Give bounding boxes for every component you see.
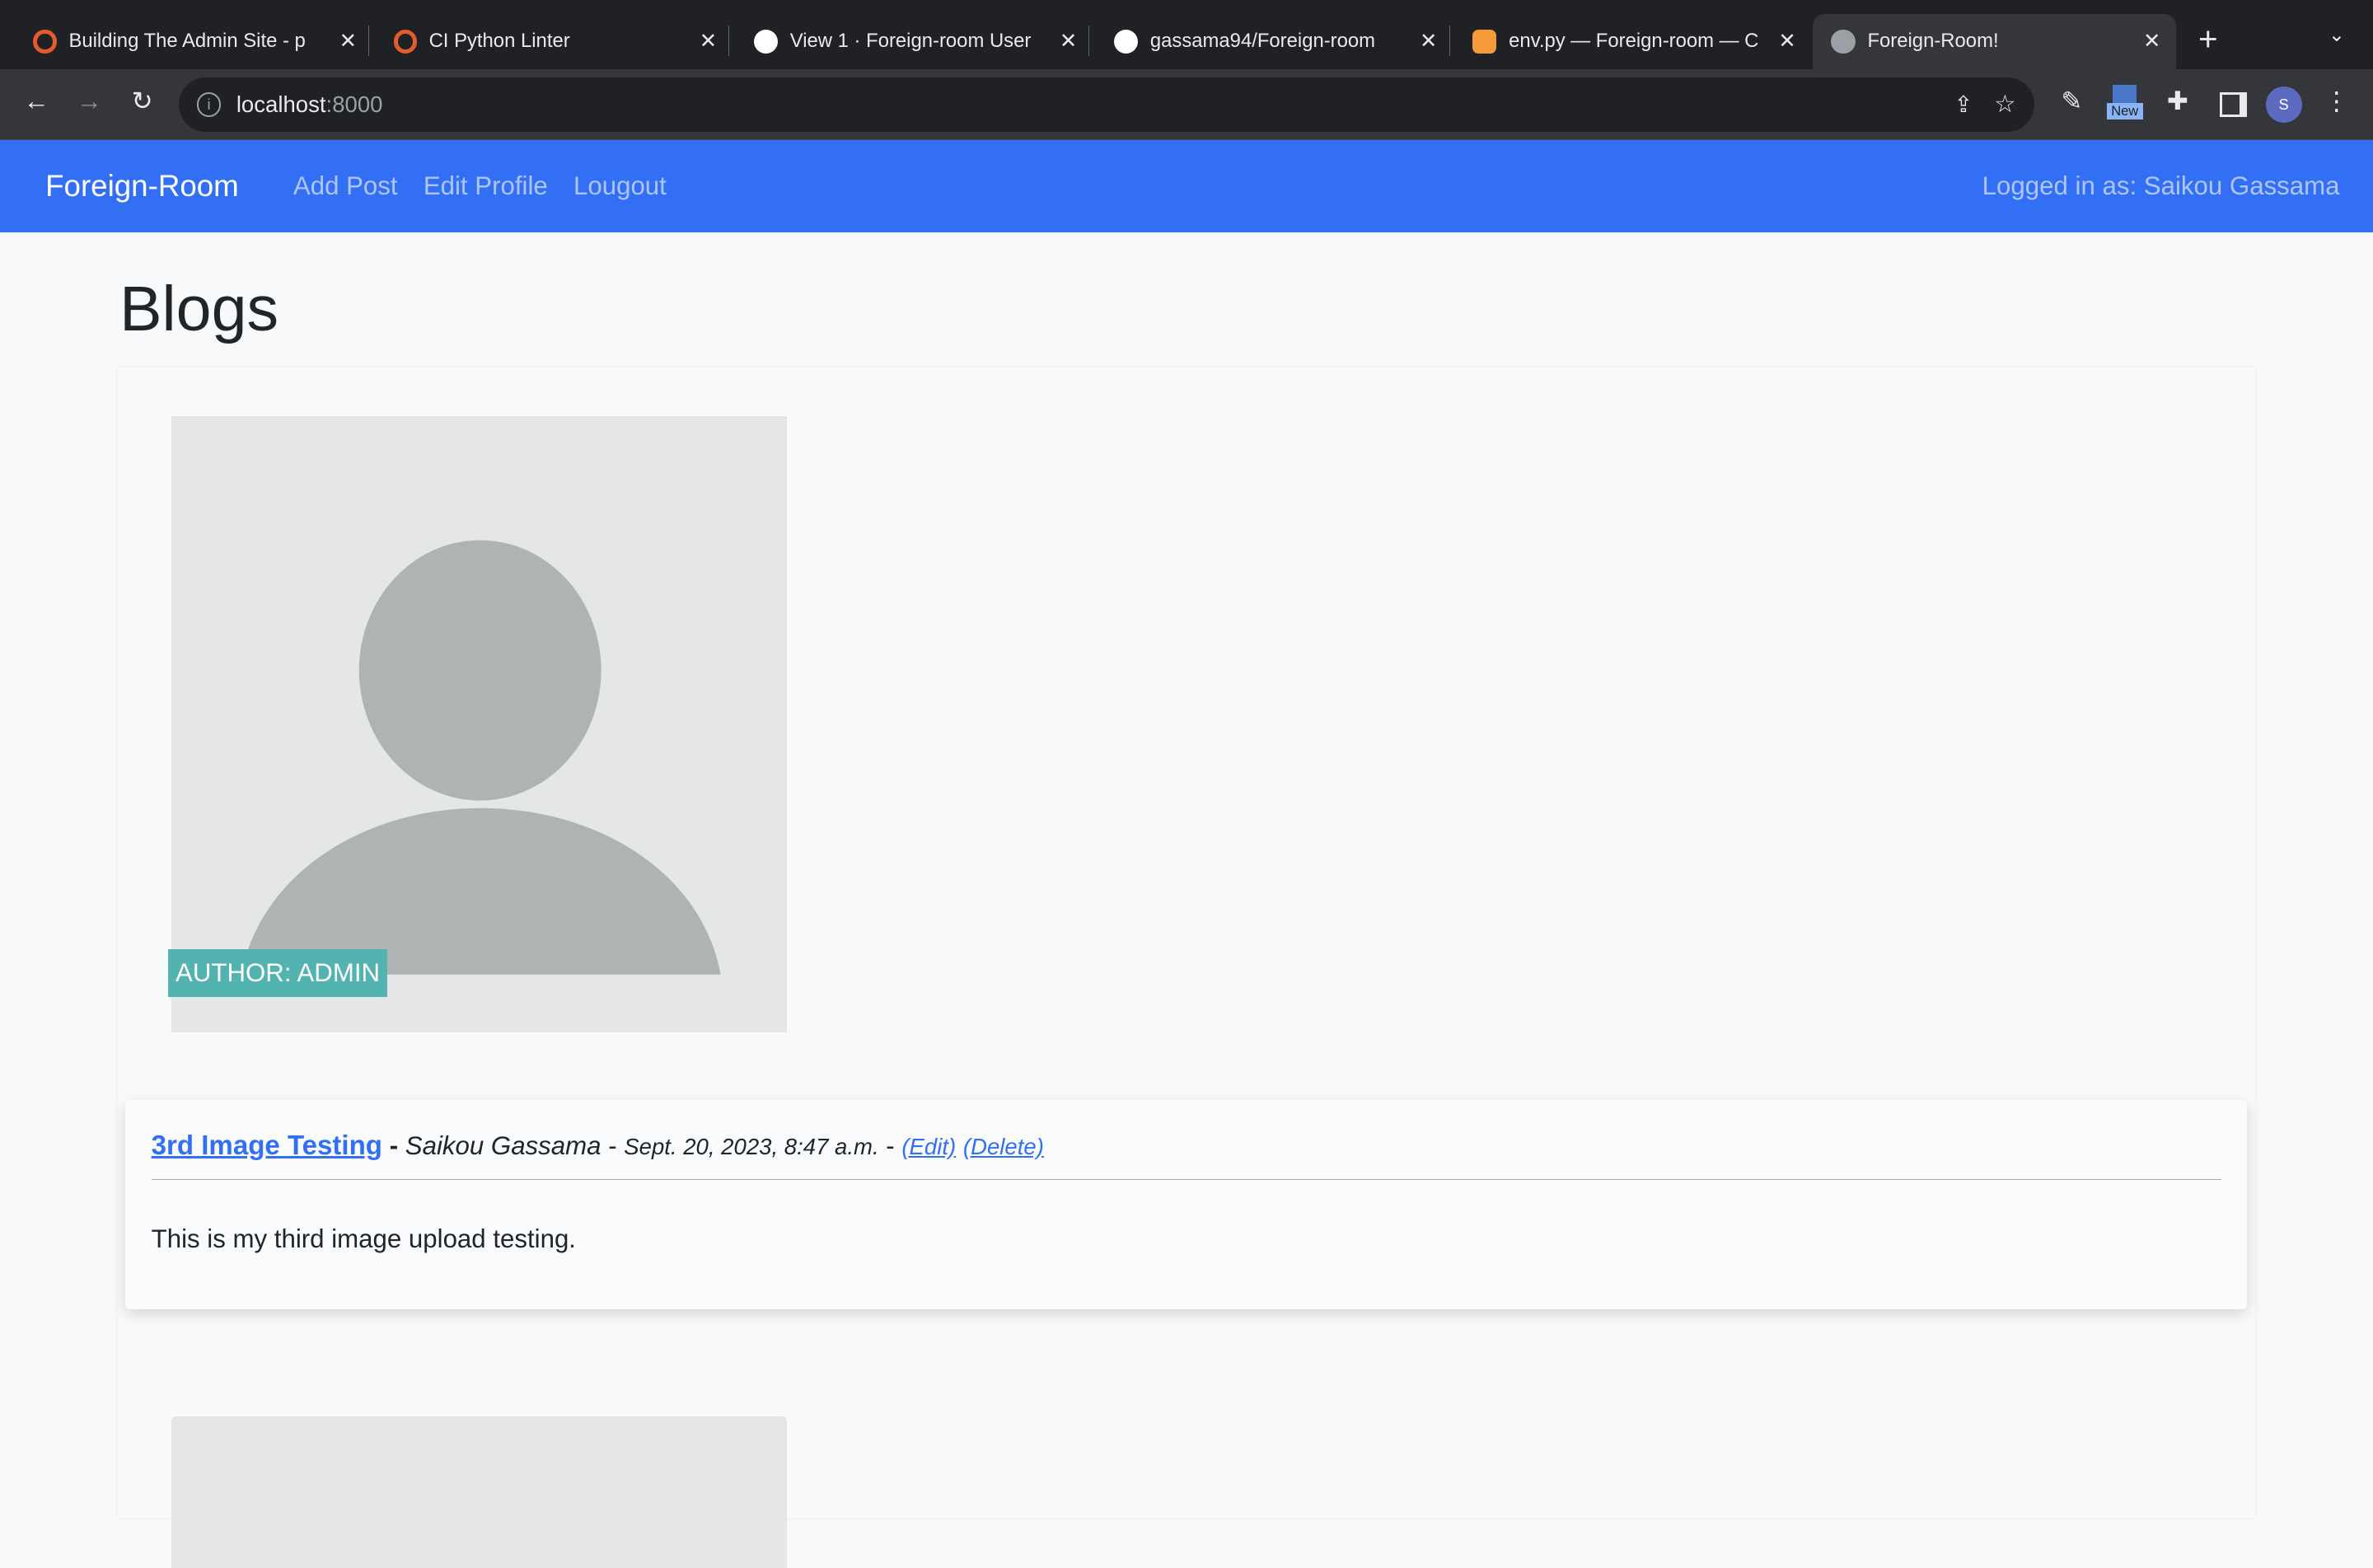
user-silhouette-icon (241, 540, 721, 975)
gitpod-icon (1472, 29, 1497, 54)
extension-icon[interactable]: New (2106, 84, 2143, 119)
bookmark-star-icon[interactable]: ☆ (1994, 90, 2015, 119)
browser-tab[interactable]: View 1 · Foreign-room User ✕ (753, 14, 1090, 70)
browser-tab-active[interactable]: Foreign-Room! ✕ (1813, 13, 2177, 70)
page-title: Blogs (119, 273, 279, 344)
nav-logout[interactable]: Lougout (573, 171, 667, 201)
extensions-puzzle-icon[interactable]: ✚ (2160, 87, 2196, 116)
circle-icon (393, 30, 417, 54)
close-icon[interactable]: ✕ (336, 29, 360, 54)
close-icon[interactable]: ✕ (696, 29, 720, 54)
post-card: 3rd Image Testing - Saikou Gassama - Sep… (125, 1100, 2248, 1309)
browser-tab[interactable]: gassama94/Foreign-room ✕ (1113, 14, 1450, 70)
eyedropper-icon[interactable]: ✎ (2053, 87, 2090, 116)
address-bar[interactable]: i localhost:8000 ⇪ ☆ (178, 77, 2034, 132)
post-author: Saikou Gassama (405, 1130, 601, 1160)
avatar[interactable]: S (2265, 86, 2302, 123)
github-icon (1113, 29, 1139, 54)
browser-tab[interactable]: Building The Admin Site - p ✕ (33, 14, 370, 70)
author-badge: AUTHOR: ADMIN (167, 948, 388, 997)
post-image-placeholder (171, 1416, 788, 1568)
side-panel-icon[interactable] (2220, 92, 2247, 117)
blog-list: AUTHOR: ADMIN 3rd Image Testing - Saikou… (118, 367, 2255, 1568)
edit-link[interactable]: (Edit) (901, 1134, 956, 1159)
post-date: Sept. 20, 2023, 8:47 a.m. (624, 1133, 879, 1159)
globe-icon (1831, 29, 1856, 54)
site-navbar: Foreign-Room Add Post Edit Profile Lougo… (0, 139, 2373, 232)
tab-strip: Building The Admin Site - p ✕ CI Python L… (0, 0, 2373, 70)
share-icon[interactable]: ⇪ (1954, 91, 1973, 118)
brand-link[interactable]: Foreign-Room (45, 169, 239, 204)
close-icon[interactable]: ✕ (2140, 29, 2164, 54)
close-icon[interactable]: ✕ (1775, 29, 1799, 54)
reload-icon[interactable]: ↻ (124, 87, 161, 116)
delete-link[interactable]: (Delete) (963, 1134, 1044, 1159)
close-icon[interactable]: ✕ (1416, 29, 1440, 54)
tab-search-button[interactable]: ⌄ (2319, 23, 2355, 47)
browser-tab[interactable]: CI Python Linter ✕ (393, 14, 730, 70)
close-icon[interactable]: ✕ (1056, 29, 1080, 54)
post-title-link[interactable]: 3rd Image Testing (152, 1130, 382, 1161)
menu-kebab-icon[interactable]: ⋮ (2319, 87, 2355, 116)
nav-edit-profile[interactable]: Edit Profile (424, 171, 548, 201)
circle-icon (33, 30, 57, 54)
github-icon (753, 29, 779, 54)
post-image-placeholder (171, 416, 788, 1032)
browser-toolbar: ← → ↻ i localhost:8000 ⇪ ☆ ✎ New ✚ S ⋮ (0, 69, 2373, 140)
divider (151, 1178, 2222, 1180)
info-icon[interactable]: i (196, 91, 222, 117)
nav-add-post[interactable]: Add Post (293, 171, 398, 201)
back-icon[interactable]: ← (18, 87, 54, 116)
post-excerpt: This is my third image upload testing. (151, 1224, 576, 1253)
forward-icon[interactable]: → (71, 87, 107, 116)
logged-in-user: Logged in as: Saikou Gassama (1982, 171, 2340, 200)
new-tab-button[interactable]: + (2190, 20, 2226, 59)
browser-tab[interactable]: env.py — Foreign-room — C ✕ (1472, 14, 1800, 70)
